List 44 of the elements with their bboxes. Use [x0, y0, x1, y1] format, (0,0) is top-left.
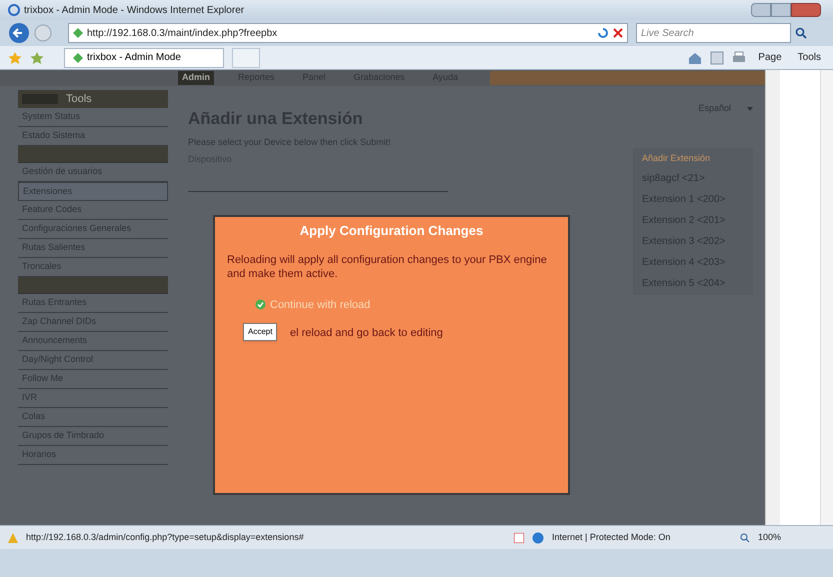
page-icon	[73, 52, 83, 62]
tab-label: trixbox - Admin Mode	[87, 51, 181, 65]
security-zone: Internet | Protected Mode: On	[552, 530, 672, 544]
sidebar-item[interactable]: Extensiones	[18, 182, 168, 201]
status-url: http://192.168.0.3/admin/config.php?type=setup&display=extensions#	[26, 530, 305, 544]
new-tab-button[interactable]	[232, 48, 260, 68]
forward-icon	[34, 24, 52, 42]
list-title: Añadir Extensión	[642, 152, 712, 164]
close-button[interactable]	[791, 3, 821, 17]
star-icon	[8, 50, 22, 64]
toolbar-button[interactable]: Page	[754, 50, 786, 65]
minimize-button[interactable]	[751, 3, 771, 17]
scrollbar[interactable]	[765, 70, 780, 525]
popup-blocked-icon	[514, 532, 524, 542]
print-icon	[732, 50, 746, 64]
toolbar-button[interactable]: Tools	[794, 50, 825, 65]
tooltip: Accept	[243, 323, 278, 341]
maximize-button[interactable]	[771, 3, 791, 17]
back-icon	[8, 22, 30, 44]
warning-icon	[8, 532, 18, 542]
stop-icon	[613, 28, 623, 38]
home-icon	[688, 50, 702, 64]
dropdown-icon	[747, 106, 753, 111]
search-icon	[795, 27, 807, 39]
add-favorite-icon	[30, 50, 44, 64]
url-text: http://192.168.0.3/maint/index.php?freepbx	[87, 26, 278, 40]
globe-icon	[532, 532, 544, 544]
zoom-button[interactable]: 100%	[758, 530, 782, 544]
browser-icon	[8, 4, 20, 16]
sidebar-title: Tools	[66, 92, 92, 107]
check-icon	[255, 299, 266, 310]
dialog-message: Reloading will apply all configuration changes to your PBX engine and make them active.	[227, 252, 548, 280]
refresh-icon	[597, 27, 609, 39]
window-title: trixbox - Admin Mode - Windows Internet Explorer	[24, 4, 244, 18]
continue-link[interactable]: Continue with reload	[270, 296, 370, 313]
zoom-icon	[740, 532, 750, 542]
browser-tab[interactable]: trixbox - Admin Mode	[64, 48, 224, 68]
search-field[interactable]: Live Search	[636, 23, 791, 43]
scrollbar[interactable]	[820, 70, 833, 525]
cancel-link[interactable]: el reload and go back to editing	[290, 325, 443, 342]
dialog-title: Apply Configuration Changes	[298, 222, 484, 240]
nav-tab[interactable]: Admin	[178, 71, 214, 85]
page-icon	[73, 28, 83, 38]
address-field[interactable]: http://192.168.0.3/maint/index.php?freepbx	[68, 23, 628, 43]
